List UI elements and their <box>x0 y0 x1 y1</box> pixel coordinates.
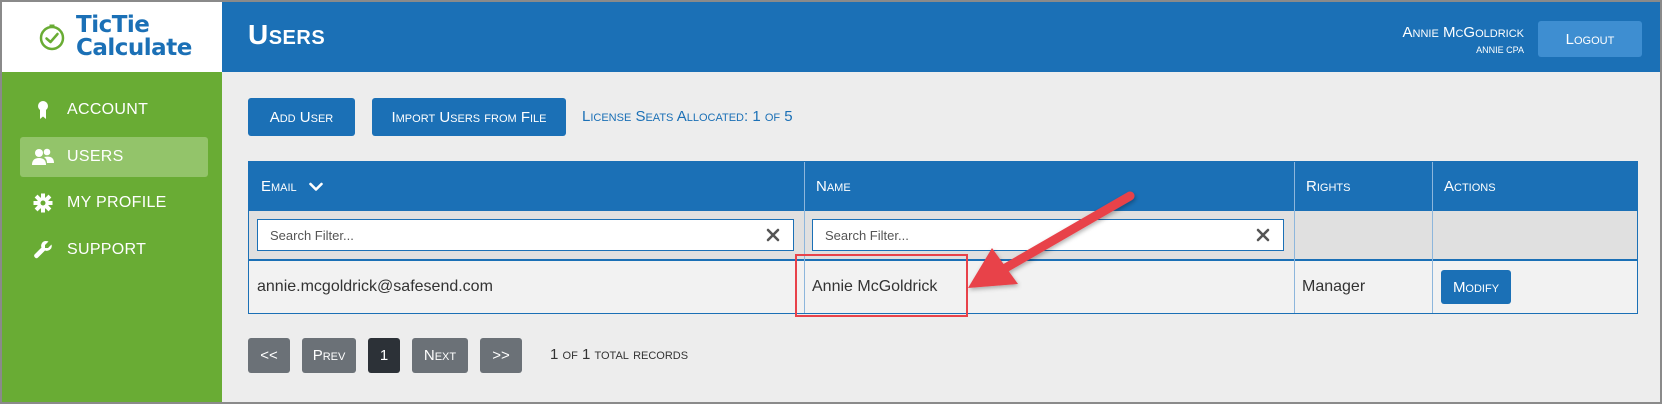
column-divider <box>1432 162 1433 313</box>
email-filter <box>257 219 794 251</box>
column-header-label: Email <box>261 178 297 195</box>
column-header-actions: Actions <box>1432 162 1637 211</box>
sidebar-item-support[interactable]: SUPPORT <box>20 230 208 270</box>
user-organization: ANNIE CPA <box>1476 45 1524 55</box>
wrench-icon <box>32 239 54 261</box>
sidebar-item-my-profile[interactable]: MY PROFILE <box>20 183 208 223</box>
clear-filter-icon[interactable] <box>1255 227 1271 243</box>
app-window: TicTie Calculate ACCOUNT USERS MY PROFIL… <box>0 0 1662 404</box>
license-seats-text: License Seats Allocated: 1 of 5 <box>582 108 793 125</box>
add-user-button[interactable]: Add User <box>248 98 355 136</box>
modify-button[interactable]: Modify <box>1441 270 1511 304</box>
chevron-down-icon[interactable] <box>308 182 323 192</box>
prev-page-button[interactable]: Prev <box>302 338 356 373</box>
logo-line-1: TicTie <box>76 12 150 38</box>
rights-cell: Manager <box>1302 278 1366 295</box>
column-header-label: Rights <box>1306 178 1351 195</box>
next-page-button[interactable]: Next <box>412 338 468 373</box>
sidebar-item-label: SUPPORT <box>67 241 147 258</box>
sidebar-item-label: USERS <box>67 148 124 165</box>
users-icon <box>32 146 54 168</box>
page-1-button[interactable]: 1 <box>368 338 400 373</box>
award-icon <box>32 99 54 121</box>
logo-line-2: Calculate <box>76 35 192 61</box>
import-users-button[interactable]: Import Users from File <box>372 98 566 136</box>
sidebar-item-label: MY PROFILE <box>67 194 167 211</box>
user-name: Annie McGoldrick <box>1402 24 1524 41</box>
sidebar-item-label: ACCOUNT <box>67 101 149 118</box>
total-records-text: 1 of 1 total records <box>550 346 689 363</box>
email-search-filter-input[interactable] <box>270 221 765 249</box>
last-page-button[interactable]: >> <box>480 338 522 373</box>
sidebar-item-users[interactable]: USERS <box>20 137 208 177</box>
page-title: Users <box>248 19 326 50</box>
gear-icon <box>32 192 54 214</box>
clear-filter-icon[interactable] <box>765 227 781 243</box>
column-header-label: Name <box>816 178 851 195</box>
first-page-button[interactable]: << <box>248 338 290 373</box>
logo-text: TicTie Calculate <box>76 14 192 60</box>
logout-button[interactable]: Logout <box>1538 21 1642 57</box>
column-header-email[interactable]: Email <box>249 162 804 211</box>
table-header: Email Name Rights Actions <box>249 162 1637 211</box>
check-circle-icon <box>39 24 65 51</box>
sidebar-item-account[interactable]: ACCOUNT <box>20 90 208 130</box>
column-header-label: Actions <box>1444 178 1496 195</box>
top-header: Users Annie McGoldrick ANNIE CPA Logout <box>222 2 1660 72</box>
column-divider <box>1294 162 1295 313</box>
logo[interactable]: TicTie Calculate <box>2 2 222 72</box>
annotation-highlight-box <box>795 254 968 317</box>
email-cell: annie.mcgoldrick@safesend.com <box>257 278 493 295</box>
sidebar: ACCOUNT USERS MY PROFILE SUPPORT <box>2 72 222 402</box>
annotation-arrow-icon <box>968 191 1135 288</box>
column-header-rights[interactable]: Rights <box>1294 162 1432 211</box>
